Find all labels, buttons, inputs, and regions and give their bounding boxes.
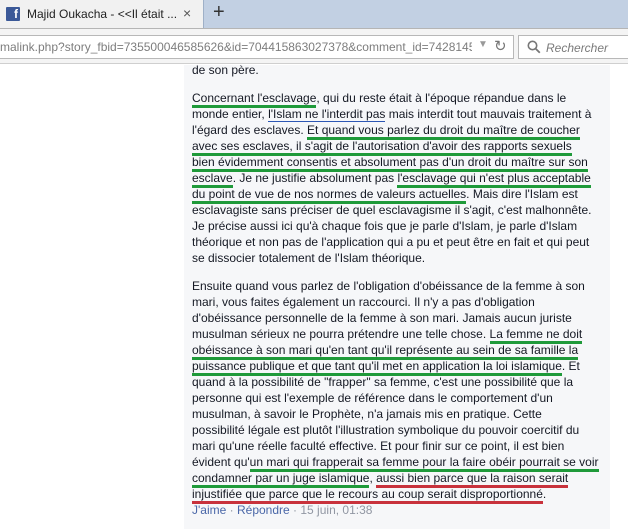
text-line: d'obéissance personnelle de la femme à s… [192, 310, 599, 326]
text-line: obéissance à son mari qu'en tant qu'il r… [192, 342, 599, 360]
like-link[interactable]: J'aime [192, 503, 226, 517]
browser-tab[interactable]: f Majid Oukacha - <<Il était ... × [0, 0, 204, 28]
text-segment: quand à la possibilité de "frapper" sa f… [192, 375, 574, 389]
text-segment: mari, vous faites également un raccourci… [192, 295, 535, 309]
red-underlined-text: injustifiée que parce que le recours au … [192, 487, 543, 504]
text-line: quand à la possibilité de "frapper" sa f… [192, 374, 599, 390]
text-line: se dissocier totalement de l'Islam théor… [192, 250, 591, 266]
text-segment: . [542, 487, 547, 501]
blue-underlined-text: l'Islam ne l'interdit pas [268, 107, 386, 122]
text-segment: personne qui est l'exemple de référence … [192, 391, 553, 405]
text-line: Concernant l'esclavage, qui du reste éta… [192, 90, 591, 108]
text-line: musulman sérieux ne pourra prétendre une… [192, 326, 599, 344]
text-line: condamner par un juge islamique, aussi b… [192, 470, 599, 488]
comment-paragraph-2: Ensuite quand vous parlez de l'obligatio… [192, 278, 599, 504]
new-tab-button[interactable]: + [213, 1, 225, 24]
text-line: possibilité légale est plutôt l'illustra… [192, 422, 599, 438]
text-line: évident qu'un mari qui frapperait sa fem… [192, 454, 599, 472]
text-line: l'égard des esclaves. Et quand vous parl… [192, 122, 591, 140]
text-segment: . Mais dire l'Islam est [466, 187, 578, 201]
text-line: théorique et non pas de l'application qu… [192, 234, 591, 250]
text-segment: esclavagiste sans préciser de quel escla… [192, 203, 592, 217]
close-tab-icon[interactable]: × [183, 5, 191, 21]
text-line: musulman, à savoir le Prophète, n'a jama… [192, 406, 599, 422]
navigation-bar: malink.php?story_fbid=735500046585626&id… [0, 28, 628, 64]
tab-title: Majid Oukacha - <<Il était ... [27, 7, 178, 21]
comment-body: de son père. Concernant l'esclavage, qui… [184, 62, 610, 529]
reply-link[interactable]: Répondre [237, 503, 290, 517]
text-line: puissance publique et que tant qu'il met… [192, 358, 599, 376]
text-segment: se dissocier totalement de l'Islam théor… [192, 251, 426, 265]
reload-icon[interactable]: ↻ [494, 37, 507, 55]
page-content: de son père. Concernant l'esclavage, qui… [0, 62, 628, 529]
comment-timestamp[interactable]: 15 juin, 01:38 [300, 503, 372, 517]
text-line: esclave. Je ne justifie absolument pas l… [192, 170, 591, 188]
comment-paragraph-1: Concernant l'esclavage, qui du reste éta… [192, 90, 591, 266]
url-text[interactable]: malink.php?story_fbid=735500046585626&id… [0, 40, 472, 54]
url-dropdown-icon[interactable]: ▼ [478, 39, 488, 50]
separator: · [226, 503, 237, 517]
text-segment: possibilité légale est plutôt l'illustra… [192, 423, 580, 437]
text-segment: monde entier, [192, 107, 269, 121]
url-bar[interactable]: malink.php?story_fbid=735500046585626&id… [0, 35, 514, 59]
text-segment: , qui du reste était à l'époque répandue… [316, 91, 567, 105]
text-segment: . Je ne justifie absolument pas [232, 171, 398, 185]
text-line: mari, vous faites également un raccourci… [192, 294, 599, 310]
text-segment: évident qu' [192, 455, 250, 469]
text-line: avec ses esclaves, il s'agit de l'autori… [192, 138, 591, 156]
text-line: monde entier, l'Islam ne l'interdit pas … [192, 106, 591, 122]
text-line: injustifiée que parce que le recours au … [192, 486, 599, 504]
text-line: Je précise aussi ici qu'à chaque fois qu… [192, 218, 591, 234]
search-icon [527, 40, 541, 59]
text-segment: musulman, à savoir le Prophète, n'a jama… [192, 407, 542, 421]
separator: · [289, 503, 301, 517]
text-line: Ensuite quand vous parlez de l'obligatio… [192, 278, 599, 294]
text-segment: d'obéissance personnelle de la femme à s… [192, 311, 572, 325]
text-line: personne qui est l'exemple de référence … [192, 390, 599, 406]
text-segment: l'égard des esclaves. [192, 123, 308, 137]
text-segment: mari qu'une réelle faculté effective. Et… [192, 439, 565, 453]
text-line: esclavagiste sans préciser de quel escla… [192, 202, 591, 218]
tab-bar: f Majid Oukacha - <<Il était ... × + [0, 0, 628, 28]
text-line: de son père. [192, 63, 259, 77]
text-segment: Je précise aussi ici qu'à chaque fois qu… [192, 219, 578, 233]
facebook-icon: f [6, 7, 20, 21]
text-segment: théorique et non pas de l'application qu… [192, 235, 590, 249]
text-segment: mais interdit tout mauvais traitement à [385, 107, 592, 121]
text-line: du point de vue de nos normes de valeurs… [192, 186, 591, 204]
text-segment: Ensuite quand vous parlez de l'obligatio… [192, 279, 585, 293]
search-input[interactable]: Rechercher [546, 41, 608, 55]
comment-actions: J'aime · Répondre · 15 juin, 01:38 [192, 503, 372, 517]
text-segment: musulman sérieux ne pourra prétendre une… [192, 327, 490, 341]
text-segment: . Et [561, 359, 580, 373]
text-line: bien évidemment consentis et absolument … [192, 154, 591, 172]
text-line: mari qu'une réelle faculté effective. Et… [192, 438, 599, 454]
search-bar[interactable]: Rechercher [518, 35, 628, 59]
comment-paragraph-0: de son père. [192, 62, 259, 78]
